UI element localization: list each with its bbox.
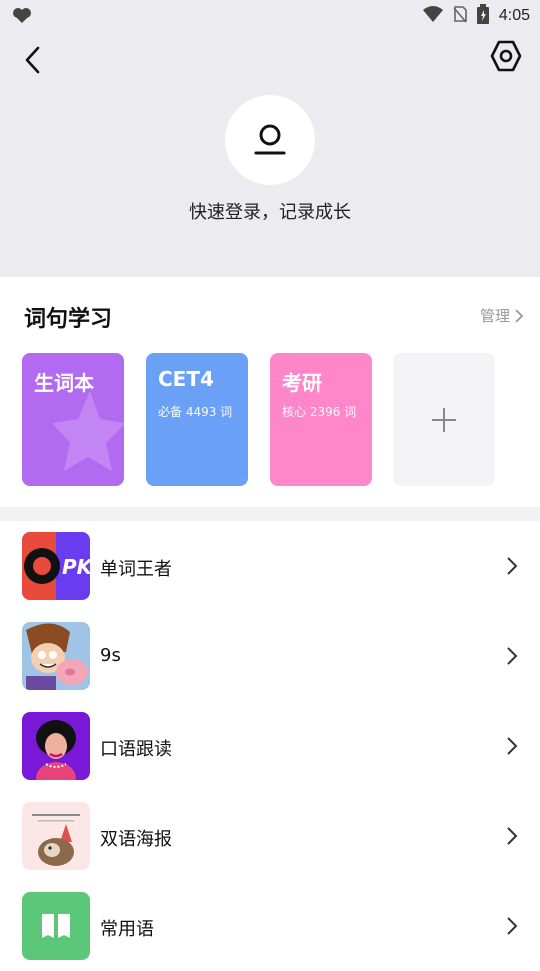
- battery-icon: [476, 4, 489, 28]
- list-item-label: 单词王者: [100, 559, 172, 580]
- no-sim-icon: [453, 5, 467, 27]
- chevron-right-icon: [507, 557, 518, 575]
- avatar[interactable]: [225, 95, 315, 185]
- study-section: 词句学习 管理 生词本 CET4 必备 4493 词 考研 核心 2396 词: [0, 277, 540, 507]
- status-bar: 4:05: [0, 0, 540, 30]
- chevron-right-icon: [507, 737, 518, 755]
- card-title: 生词本: [34, 371, 94, 395]
- section-divider: [0, 507, 540, 521]
- wifi-icon: [422, 6, 443, 26]
- card-subtitle: 核心 2396 词: [282, 405, 357, 419]
- list-item-label: 常用语: [100, 919, 154, 940]
- chevron-right-icon: [515, 308, 524, 323]
- heart-icon: [12, 6, 32, 28]
- list-item-word-king[interactable]: PK 单词王者: [0, 521, 540, 611]
- chevron-left-icon: [25, 46, 40, 74]
- card-subtitle: 必备 4493 词: [158, 405, 233, 419]
- card-cet4[interactable]: CET4 必备 4493 词: [146, 353, 248, 486]
- wordbook-cards: 生词本 CET4 必备 4493 词 考研 核心 2396 词: [22, 353, 522, 486]
- list-item-label: 口语跟读: [100, 739, 172, 760]
- list-item-9s[interactable]: 9s: [0, 611, 540, 701]
- card-kaoyan[interactable]: 考研 核心 2396 词: [270, 353, 372, 486]
- speaking-thumbnail: [22, 712, 90, 780]
- settings-button[interactable]: [488, 38, 524, 74]
- list-item-common-phrases[interactable]: 常用语: [0, 881, 540, 971]
- list-item-label: 双语海报: [100, 829, 172, 850]
- word-king-thumbnail: PK: [22, 532, 90, 600]
- chevron-right-icon: [507, 827, 518, 845]
- card-title: CET4: [158, 367, 214, 391]
- manage-label: 管理: [479, 307, 510, 325]
- user-icon: [254, 124, 286, 155]
- plus-icon: [432, 407, 456, 432]
- list-item-bilingual-poster[interactable]: 双语海报: [0, 791, 540, 881]
- hexagon-gear-icon: [490, 40, 522, 72]
- status-time: 4:05: [498, 7, 530, 24]
- section-title: 词句学习: [24, 307, 113, 332]
- chevron-right-icon: [507, 917, 518, 935]
- card-title: 考研: [282, 371, 322, 395]
- svg-text:PK: PK: [62, 555, 90, 579]
- profile-header: 快速登录，记录成长: [0, 30, 540, 277]
- back-button[interactable]: [18, 44, 50, 76]
- list-item-label: 9s: [100, 645, 121, 666]
- add-wordbook-button[interactable]: [393, 353, 495, 486]
- card-vocab-book[interactable]: 生词本: [22, 353, 124, 486]
- list-item-speaking[interactable]: 口语跟读: [0, 701, 540, 791]
- common-phrases-thumbnail: [22, 892, 90, 960]
- quick-login-link[interactable]: 快速登录，记录成长: [0, 198, 540, 224]
- bilingual-poster-thumbnail: [22, 802, 90, 870]
- chevron-right-icon: [507, 647, 518, 665]
- 9s-thumbnail: [22, 622, 90, 690]
- manage-button[interactable]: 管理: [480, 305, 524, 326]
